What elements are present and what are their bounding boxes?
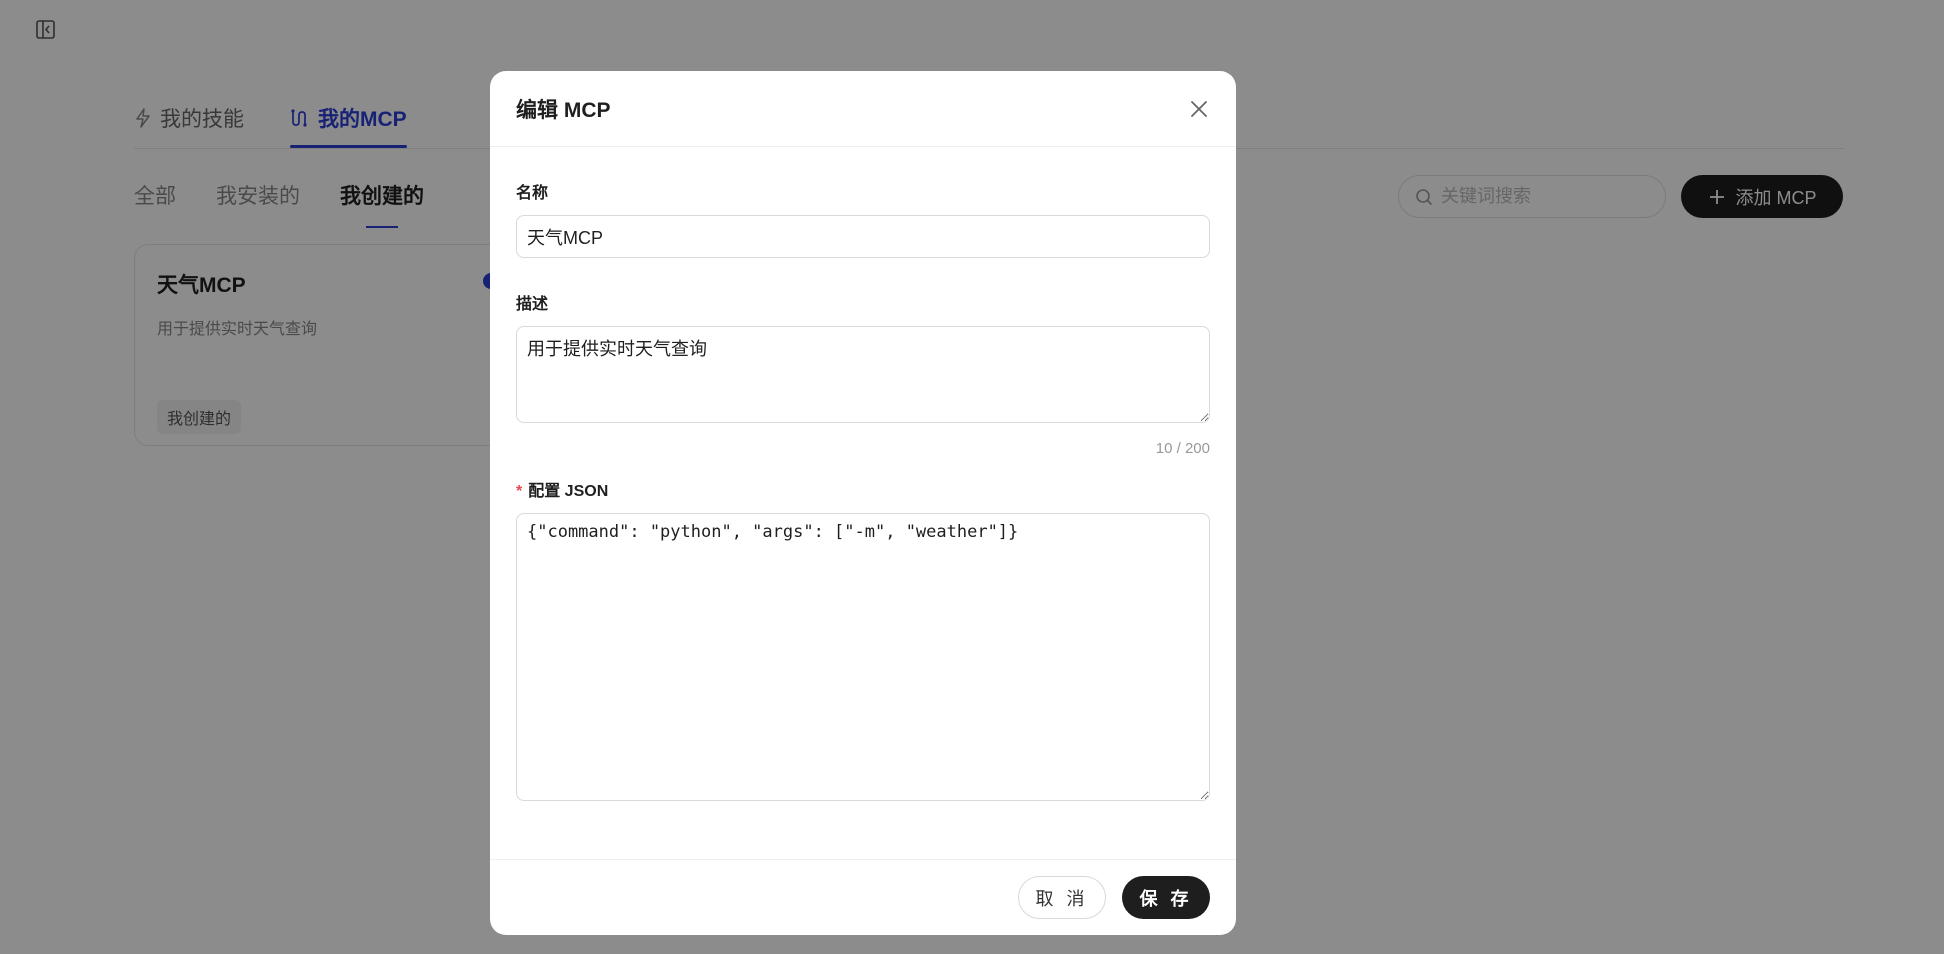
close-icon (1191, 100, 1207, 117)
dialog-footer: 取 消 保 存 (490, 859, 1236, 935)
dialog-title: 编辑 MCP (516, 98, 611, 122)
close-button[interactable] (1188, 98, 1210, 120)
description-label: 描述 (516, 296, 549, 313)
edit-mcp-dialog: 编辑 MCP 名称 描述 用于提供实时天气查询 10 / 200 * 配置 JSO… (490, 71, 1236, 935)
name-label: 名称 (516, 185, 549, 202)
description-textarea[interactable]: 用于提供实时天气查询 (516, 326, 1210, 423)
required-mark: * (516, 483, 523, 500)
config-json-label: 配置 JSON (528, 483, 609, 500)
dialog-body: 名称 描述 用于提供实时天气查询 10 / 200 * 配置 JSON {"com… (490, 179, 1236, 806)
dialog-header: 编辑 MCP (490, 71, 1236, 147)
name-input[interactable] (516, 215, 1210, 258)
cancel-button[interactable]: 取 消 (1018, 876, 1106, 919)
config-json-textarea[interactable]: {"command": "python", "args": ["-m", "we… (516, 513, 1210, 801)
description-counter: 10 / 200 (1155, 440, 1210, 457)
config-json-label-row: * 配置 JSON (516, 477, 1210, 501)
save-button[interactable]: 保 存 (1122, 876, 1210, 919)
